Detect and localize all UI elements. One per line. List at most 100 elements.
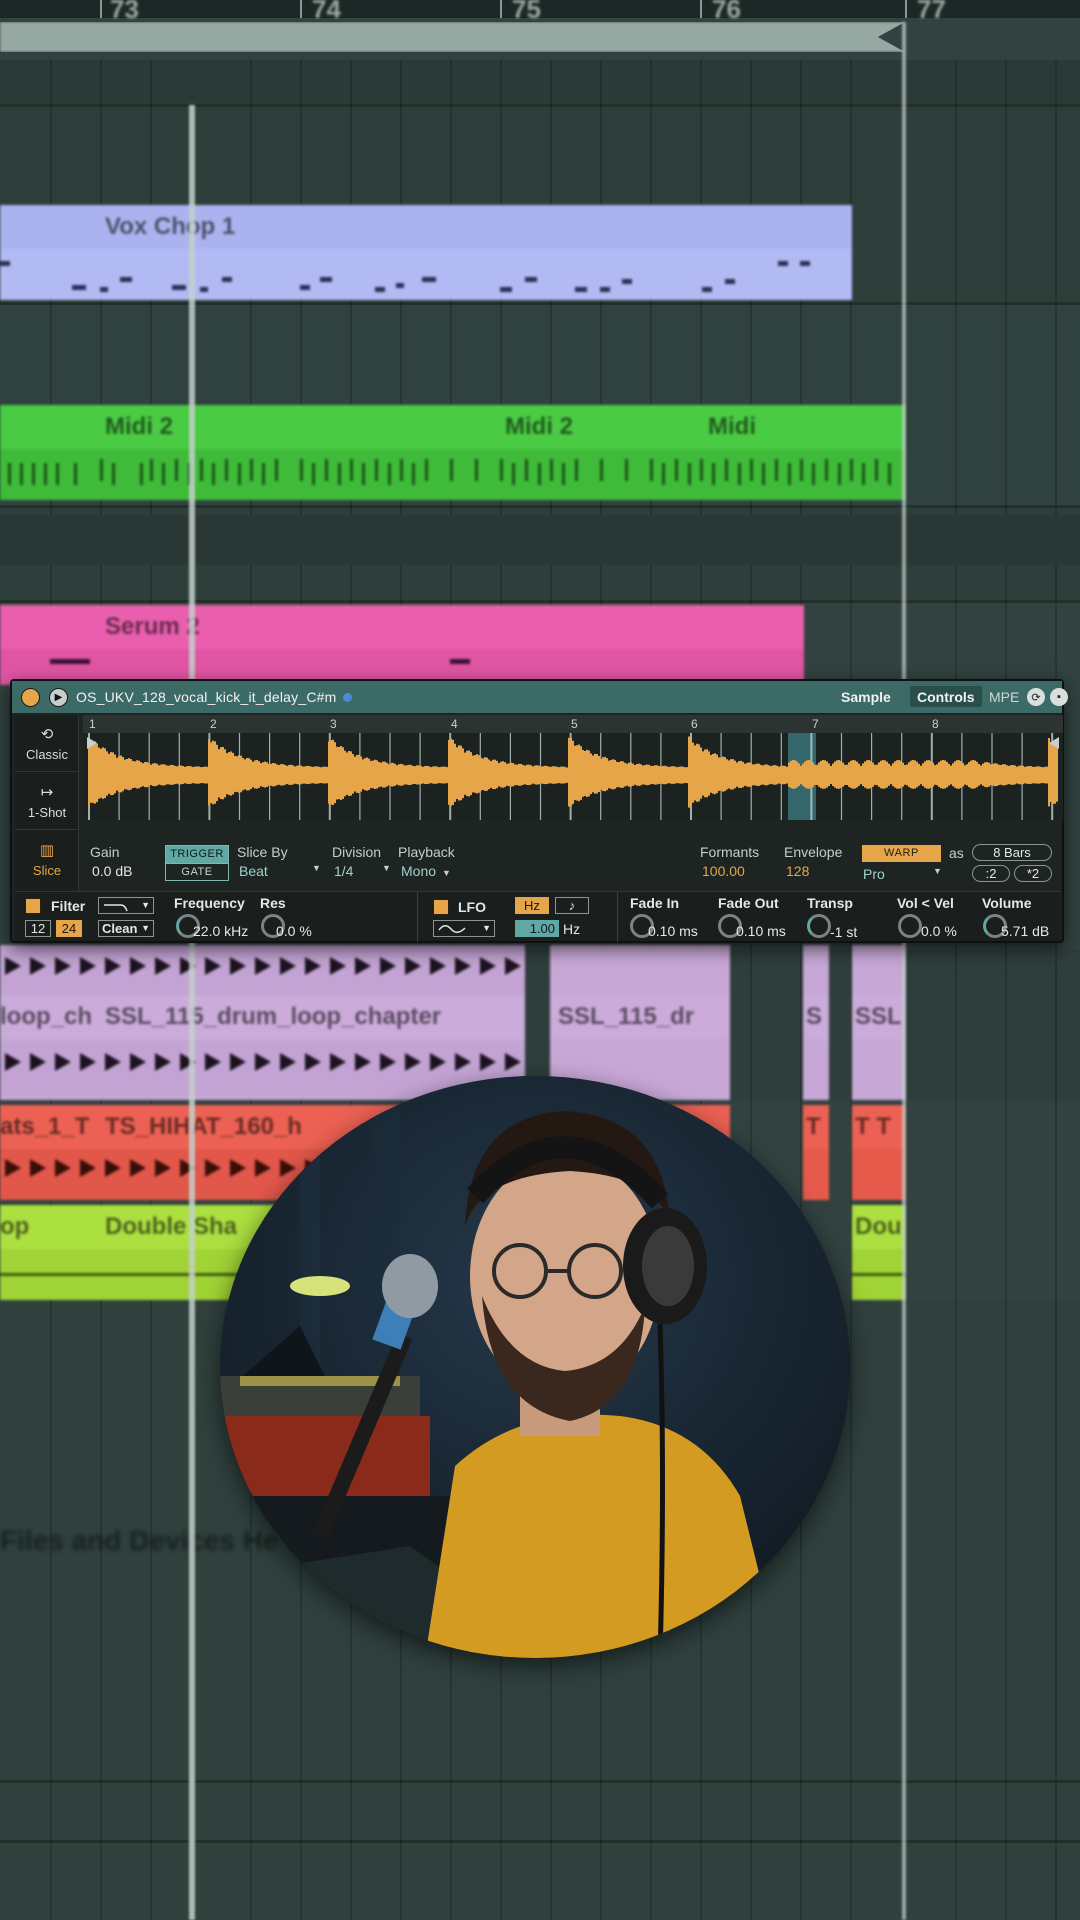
midi-note-bar bbox=[500, 459, 503, 481]
midi-note bbox=[320, 277, 332, 282]
lfo-rate-field[interactable]: 1.00 bbox=[515, 920, 559, 937]
filter-circuit-dropdown[interactable]: Clean ▼ bbox=[98, 920, 154, 937]
lfo-sync-mode-button[interactable]: ♪ bbox=[555, 897, 589, 914]
refresh-icon[interactable]: ⟳ bbox=[1027, 688, 1045, 706]
clip-drum-loop[interactable]: loop_ch SSL_115_drum_loop_chapter bbox=[0, 945, 525, 1100]
clip-hihat[interactable]: T T bbox=[852, 1105, 905, 1200]
warp-mode-dropdown[interactable]: Pro ▼ bbox=[863, 866, 943, 882]
res-label: Res bbox=[260, 895, 286, 911]
transient-marker bbox=[105, 1053, 121, 1071]
save-preset-icon[interactable]: ▪ bbox=[1050, 688, 1068, 706]
sample-waveform-display[interactable]: 1 2 3 4 5 6 7 8 bbox=[83, 715, 1063, 820]
loop-end-marker[interactable] bbox=[902, 22, 906, 1920]
midi-note-bar bbox=[775, 459, 778, 481]
warp-length-field[interactable]: 8 Bars bbox=[972, 844, 1052, 861]
division-value: 1/4 bbox=[334, 863, 354, 879]
midi-note-bar bbox=[475, 459, 478, 481]
midi-note-bar bbox=[450, 459, 453, 481]
clip-name: T T bbox=[855, 1113, 891, 1140]
midi-note-bar bbox=[8, 463, 11, 485]
midi-note-bar bbox=[712, 463, 715, 485]
clip-header: Vox Chop 1 bbox=[0, 205, 852, 249]
slope-24-button[interactable]: 24 bbox=[56, 920, 82, 937]
gain-value[interactable]: 0.0 dB bbox=[92, 863, 132, 879]
midi-note-bar bbox=[600, 459, 603, 481]
ruler-tick bbox=[905, 0, 907, 18]
clip-serum[interactable]: Serum 2 bbox=[0, 605, 804, 685]
clip-vox-chop[interactable]: Vox Chop 1 bbox=[0, 205, 852, 300]
midi-note-bar bbox=[875, 459, 878, 481]
lfo-hz-mode-button[interactable]: Hz bbox=[515, 897, 549, 914]
tab-controls[interactable]: Controls bbox=[910, 686, 982, 707]
mode-oneshot-button[interactable]: ↦ 1-Shot bbox=[15, 773, 79, 830]
playback-mode-selector: ⟲ Classic ↦ 1-Shot ▥ Slice bbox=[15, 715, 79, 891]
grid-line bbox=[750, 60, 752, 1920]
midi-note bbox=[100, 287, 108, 292]
clip-drum-loop[interactable]: SSL_115_dr bbox=[550, 945, 730, 1100]
device-title-bar[interactable]: ▶ OS_UKV_128_vocal_kick_it_delay_C#m Sam… bbox=[12, 681, 1068, 713]
clip-drum-loop[interactable]: S bbox=[803, 945, 829, 1100]
trigger-option[interactable]: TRIGGER bbox=[166, 846, 228, 863]
clip-header: SSL_115_dr bbox=[550, 995, 730, 1039]
gate-option[interactable]: GATE bbox=[166, 863, 228, 880]
loop-brace[interactable] bbox=[0, 22, 905, 52]
transient-marker bbox=[30, 1053, 46, 1071]
transient-marker bbox=[305, 1053, 321, 1071]
formants-value[interactable]: 100.00 bbox=[702, 863, 745, 879]
halve-length-button[interactable]: :2 bbox=[972, 865, 1010, 882]
division-dropdown[interactable]: 1/4 ▼ bbox=[334, 863, 391, 879]
slice-by-dropdown[interactable]: Beat ▼ bbox=[239, 863, 321, 879]
transpose-knob[interactable] bbox=[807, 914, 831, 938]
ruler-tick bbox=[700, 0, 702, 18]
clip-header: Serum 2 bbox=[0, 605, 804, 649]
midi-note-bar bbox=[550, 459, 553, 481]
preview-play-icon[interactable]: ▶ bbox=[49, 687, 68, 707]
midi-note-bar bbox=[512, 463, 515, 485]
lfo-waveform-dropdown[interactable]: ▼ bbox=[433, 920, 495, 937]
filter-toggle[interactable] bbox=[25, 898, 41, 914]
slope-12-button[interactable]: 12 bbox=[25, 920, 51, 937]
tab-sample[interactable]: Sample bbox=[834, 686, 898, 707]
envelope-label: Envelope bbox=[784, 844, 843, 860]
transient-marker bbox=[255, 1159, 271, 1177]
audio-waveform bbox=[0, 945, 525, 995]
midi-note-bar bbox=[162, 463, 165, 485]
midi-note bbox=[600, 287, 610, 292]
midi-note bbox=[50, 659, 90, 664]
vol-vel-knob[interactable] bbox=[898, 914, 922, 938]
transient-marker bbox=[430, 957, 446, 975]
ableton-arrangement-view: 73 74 75 76 77 Vox Chop 1 Midi 2 Midi 2 … bbox=[0, 0, 1080, 1920]
transient-marker bbox=[30, 1159, 46, 1177]
loop-icon: ⟲ bbox=[40, 725, 54, 743]
device-power-button[interactable] bbox=[21, 687, 40, 707]
chevron-down-icon: ▼ bbox=[482, 923, 491, 933]
envelope-value[interactable]: 128 bbox=[786, 863, 809, 879]
tab-mpe[interactable]: MPE bbox=[982, 686, 1026, 707]
trigger-gate-switch[interactable]: TRIGGER GATE bbox=[165, 845, 229, 881]
mode-slice-button[interactable]: ▥ Slice bbox=[15, 831, 79, 888]
midi-note-bar bbox=[225, 459, 228, 481]
arrow-right-bar-icon: ↦ bbox=[40, 783, 54, 801]
playback-dropdown[interactable]: Mono ▼ bbox=[401, 863, 451, 879]
midi-note-bar bbox=[575, 459, 578, 481]
midi-note-bar bbox=[140, 463, 143, 485]
transient-marker bbox=[155, 957, 171, 975]
lfo-toggle[interactable] bbox=[433, 899, 449, 915]
midi-note-bar bbox=[44, 463, 47, 485]
double-length-button[interactable]: *2 bbox=[1014, 865, 1052, 882]
timeline-ruler[interactable]: 73 74 75 76 77 bbox=[0, 0, 1080, 24]
warp-button[interactable]: WARP bbox=[862, 845, 941, 862]
midi-note bbox=[800, 261, 810, 266]
midi-note bbox=[375, 287, 385, 292]
clip-hihat[interactable]: T bbox=[803, 1105, 829, 1200]
hot-swap-icon[interactable] bbox=[342, 692, 352, 702]
clip-shaker[interactable]: Dou bbox=[852, 1205, 905, 1300]
clip-name: Midi 2 bbox=[105, 413, 174, 440]
midi-note-bar bbox=[562, 463, 565, 485]
clip-drum-loop[interactable]: SSL bbox=[852, 945, 905, 1100]
filter-type-dropdown[interactable]: ▼ bbox=[98, 897, 154, 914]
mode-classic-button[interactable]: ⟲ Classic bbox=[15, 715, 79, 772]
clip-midi[interactable]: Midi 2 Midi 2 Midi bbox=[0, 405, 905, 500]
transient-marker bbox=[5, 1053, 21, 1071]
divider bbox=[617, 892, 618, 942]
